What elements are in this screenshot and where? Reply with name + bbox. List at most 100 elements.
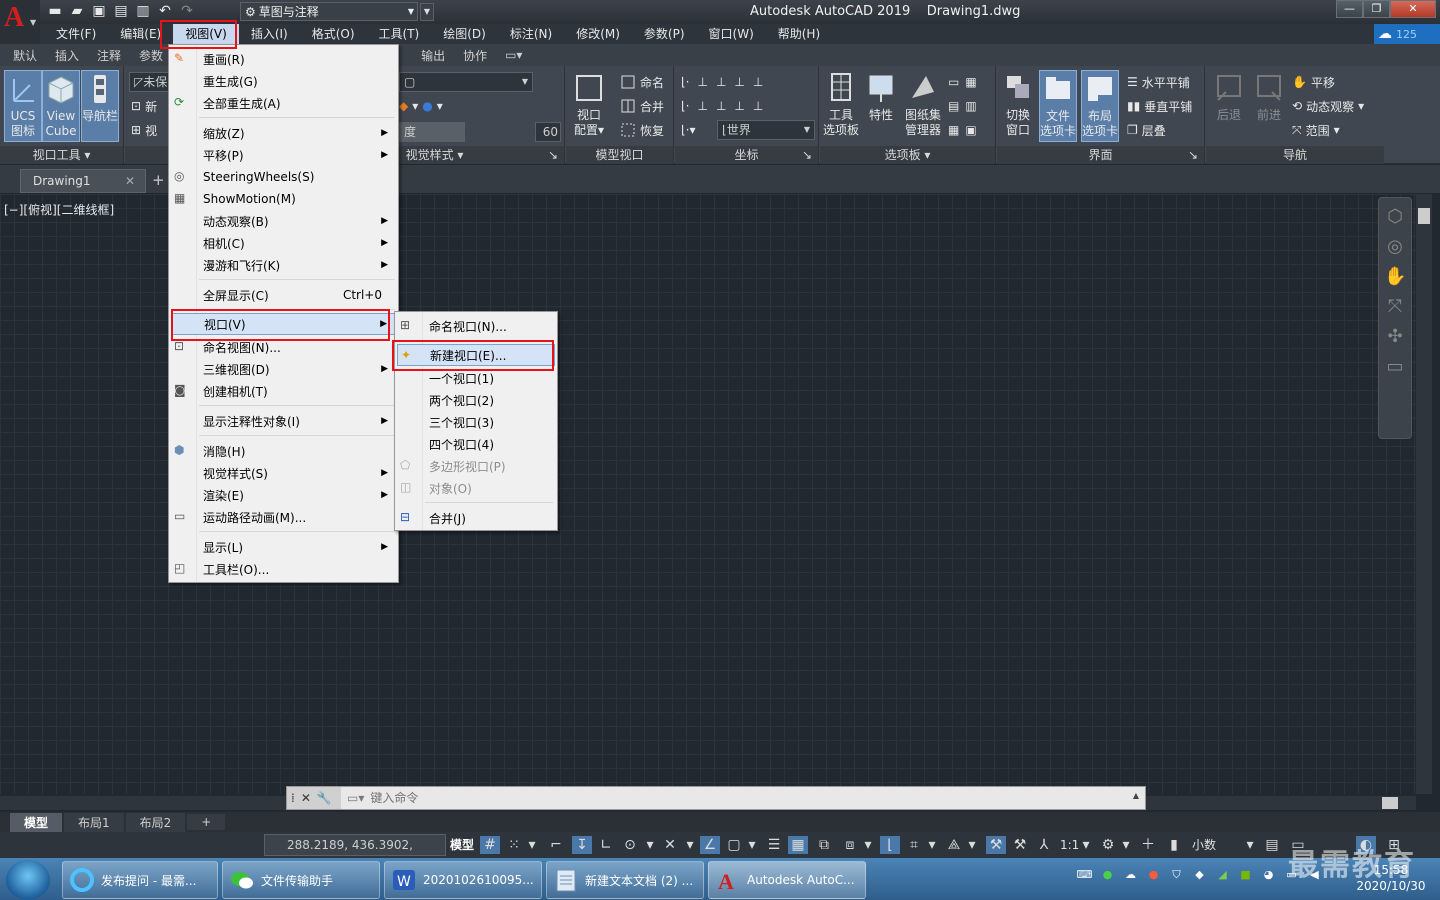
menu-help[interactable]: 帮助(H) <box>766 24 832 44</box>
close-icon[interactable]: ✕ <box>301 791 311 805</box>
ribbon-tab-annotate[interactable]: 注释 <box>88 47 130 64</box>
viewport-config-button[interactable]: 视口 配置▾ <box>570 70 608 142</box>
menu-item-annotative-objects[interactable]: 显示注释性对象(I) ▶ <box>171 410 396 432</box>
ucs-named-icon[interactable]: ⌊· <box>681 99 690 113</box>
3d-osnap-menu-icon[interactable]: ▾ <box>862 836 874 854</box>
new-tab-icon[interactable]: + <box>152 171 165 189</box>
taskbar-task-ie[interactable]: 发布提问 - 最需... <box>62 861 218 899</box>
command-history-icon[interactable]: ▲ <box>1133 791 1139 800</box>
units-menu-icon[interactable]: ▾ <box>1244 836 1256 854</box>
ucs-3point-icon[interactable]: ⊥ <box>716 75 726 89</box>
redo-icon[interactable]: ↷ <box>178 2 196 20</box>
ucs-y-icon[interactable]: ⊥ <box>734 99 744 113</box>
pan-hand-icon[interactable]: ✋ <box>1384 266 1406 288</box>
menu-item-visual-styles[interactable]: 视觉样式(S) ▶ <box>171 462 396 484</box>
quick-properties-icon[interactable]: ▤ <box>1262 836 1282 854</box>
menu-item-redraw[interactable]: ✎ 重画(R) <box>171 48 396 70</box>
back-button[interactable]: 后退 <box>1210 70 1248 142</box>
snap-icon[interactable]: ⁙ <box>504 836 524 854</box>
ucs-object-icon[interactable]: ⊥ <box>716 99 726 113</box>
vertical-scrollbar[interactable] <box>1416 194 1432 794</box>
start-button[interactable] <box>6 860 50 900</box>
annotation-visibility-icon[interactable]: ⚒ <box>986 836 1006 854</box>
save-icon[interactable]: ▣ <box>90 2 108 20</box>
ribbon-tab-parametric[interactable]: 参数 <box>130 47 172 64</box>
annotation-monitor-icon[interactable]: ＋ <box>1138 836 1158 854</box>
minimize-button[interactable]: — <box>1336 0 1363 18</box>
menu-item-named-views[interactable]: ⊡ 命名视图(N)... <box>171 336 396 358</box>
properties-button[interactable]: 特性 <box>862 70 900 142</box>
markup-icon[interactable]: ▤ <box>948 99 959 113</box>
menu-item-motion-path[interactable]: ▭ 运动路径动画(M)... <box>171 506 396 528</box>
new-view-button[interactable]: ⊡ 新 <box>131 96 157 116</box>
opacity-value[interactable]: 60 <box>535 122 561 142</box>
gizmo-menu-icon[interactable]: ▾ <box>966 836 978 854</box>
command-prompt-icon[interactable]: ▭▾ <box>347 791 364 805</box>
ucs-origin-icon[interactable]: ⊥ <box>734 75 744 89</box>
ucs-previous-icon[interactable]: ⌊·▾ <box>681 120 696 140</box>
document-tab-drawing1[interactable]: Drawing1 ✕ <box>20 169 146 193</box>
ribbon-tab-insert[interactable]: 插入 <box>46 47 88 64</box>
taskbar-task-word[interactable]: W 2020102610095... <box>384 861 542 899</box>
network-drive-icon[interactable]: ◆ <box>1191 866 1208 883</box>
tile-horizontal-button[interactable]: ☰ 水平平铺 <box>1127 72 1190 92</box>
menu-item-create-camera[interactable]: ◙ 创建相机(T) <box>171 380 396 402</box>
menu-item-viewports[interactable]: 视口(V) ▶ <box>171 313 396 335</box>
taskbar-task-wechat[interactable]: 文件传输助手 <box>222 861 380 899</box>
selection-filter-menu-icon[interactable]: ▾ <box>926 836 938 854</box>
vertical-scroll-thumb[interactable] <box>1418 208 1430 224</box>
showmotion-icon[interactable]: ▭ <box>1384 356 1406 378</box>
menu-window[interactable]: 窗口(W) <box>697 24 766 44</box>
menu-item-3d-views[interactable]: 三维视图(D) ▶ <box>171 358 396 380</box>
menu-item-toolbars[interactable]: ◰ 工具栏(O)... <box>171 558 396 580</box>
menu-edit[interactable]: 编辑(E) <box>108 24 173 44</box>
tool-palettes-button[interactable]: 工具 选项板 <box>822 70 860 142</box>
isodraft-menu-icon[interactable]: ▾ <box>684 836 696 854</box>
close-tab-icon[interactable]: ✕ <box>125 170 135 192</box>
menu-item-hide[interactable]: ⬢ 消隐(H) <box>171 440 396 462</box>
polar-tracking-icon[interactable]: ⊙ <box>620 836 640 854</box>
dynamic-ucs-icon[interactable]: ⌊ <box>880 836 900 854</box>
world-ucs-combo[interactable]: ⌊世界 ▼ <box>717 120 815 140</box>
taskbar-task-notepad[interactable]: 新建文本文档 (2) ... <box>546 861 704 899</box>
zoom-extents-icon[interactable]: ⤧ <box>1384 296 1406 318</box>
undo-icon[interactable]: ↶ <box>156 2 174 20</box>
calculator-icon[interactable]: ▥ <box>965 99 976 113</box>
ribbon-tab-output[interactable]: 输出 <box>412 47 454 64</box>
menu-view[interactable]: 视图(V) <box>173 24 239 44</box>
gizmo-icon[interactable]: ⟁ <box>944 836 964 854</box>
workspace-select[interactable]: ⚙ 草图与注释 ▼ <box>240 2 418 21</box>
shield-icon[interactable]: ⛉ <box>1168 866 1185 883</box>
submenu-item-four-viewports[interactable]: 四个视口(4) <box>397 433 555 455</box>
menu-item-zoom[interactable]: 缩放(Z) ▶ <box>171 122 396 144</box>
wrench-icon[interactable]: 🔧 <box>317 791 332 805</box>
taskbar-task-autocad[interactable]: A Autodesk AutoC... <box>708 861 866 899</box>
external-ref-icon[interactable]: ▦ <box>948 123 959 137</box>
application-menu-button[interactable]: A ▼ <box>0 0 40 44</box>
submenu-item-two-viewports[interactable]: 两个视口(2) <box>397 389 555 411</box>
submenu-item-object-viewport[interactable]: ◫ 对象(O) <box>397 477 555 499</box>
command-line-icon[interactable]: ▭ <box>948 75 959 89</box>
menu-tools[interactable]: 工具(T) <box>367 24 432 44</box>
visual-style-color-button[interactable]: ◆ ▾ ● ▾ <box>399 96 443 116</box>
menu-item-render[interactable]: 渲染(E) ▶ <box>171 484 396 506</box>
units-icon[interactable]: ▮ <box>1164 836 1184 854</box>
navigation-bar-button[interactable]: 导航栏 <box>81 70 119 142</box>
steering-wheel-icon[interactable]: ◎ <box>1384 236 1406 258</box>
forward-button[interactable]: 前进 <box>1250 70 1288 142</box>
extents-button[interactable]: ⤧ 范围 ▾ <box>1292 120 1340 140</box>
menu-item-camera[interactable]: 相机(C) ▶ <box>171 232 396 254</box>
annotation-scale-value[interactable]: 1:1 <box>1060 834 1079 856</box>
selection-cycling-icon[interactable]: ⧉ <box>814 836 834 854</box>
layout-tab-layout2[interactable]: 布局2 <box>125 812 186 832</box>
visual-style-combo[interactable]: ▢ ▼ <box>399 72 533 92</box>
restore-button[interactable]: ❐ <box>1363 0 1390 18</box>
menu-item-steeringwheels[interactable]: ◎ SteeringWheels(S) <box>171 166 396 188</box>
named-view-combo[interactable]: ◸未保 <box>129 72 169 92</box>
security-icon[interactable]: ● <box>1145 866 1162 883</box>
menu-item-orbit[interactable]: 动态观察(B) ▶ <box>171 210 396 232</box>
viewcube-button[interactable]: View Cube <box>42 70 80 142</box>
submenu-item-polygonal-viewport[interactable]: ⬠ 多边形视口(P) <box>397 455 555 477</box>
submenu-item-three-viewports[interactable]: 三个视口(3) <box>397 411 555 433</box>
menu-format[interactable]: 格式(O) <box>300 24 367 44</box>
